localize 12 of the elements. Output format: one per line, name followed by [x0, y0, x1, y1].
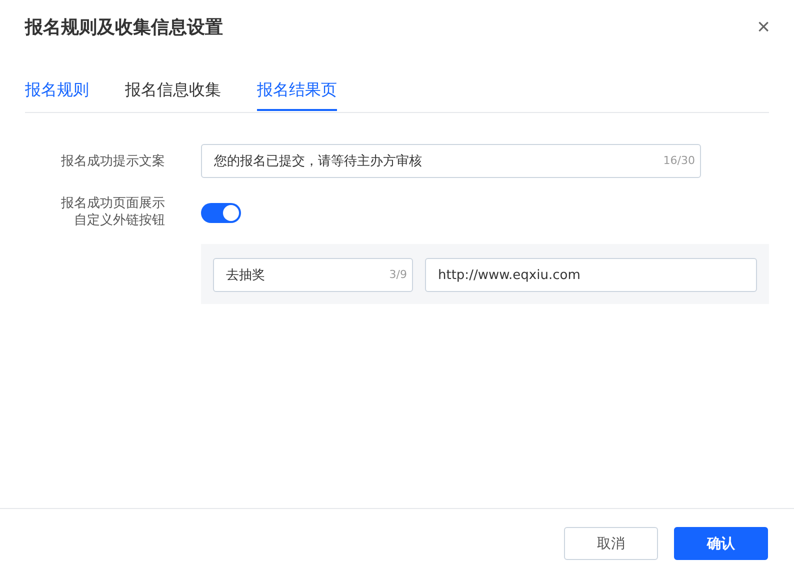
input-field[interactable]: http://www.eqxiu.com [425, 258, 757, 292]
field-label: 报名成功提示文案 [60, 152, 165, 170]
field-label: 报名成功页面展示 自定义外链按钮 [60, 195, 165, 229]
cancel-button[interactable]: 取消 [564, 527, 658, 560]
character-count: 16/30 [663, 154, 695, 168]
tab[interactable]: 报名结果页 [257, 70, 337, 111]
character-count: 3/9 [389, 268, 407, 282]
tab[interactable]: 报名信息收集 [125, 70, 221, 111]
confirm-button[interactable]: 确认 [674, 527, 768, 560]
dialog-title: 报名规则及收集信息设置 [25, 16, 223, 39]
toggle-switch[interactable] [201, 203, 241, 223]
tab[interactable]: 报名规则 [25, 70, 89, 111]
